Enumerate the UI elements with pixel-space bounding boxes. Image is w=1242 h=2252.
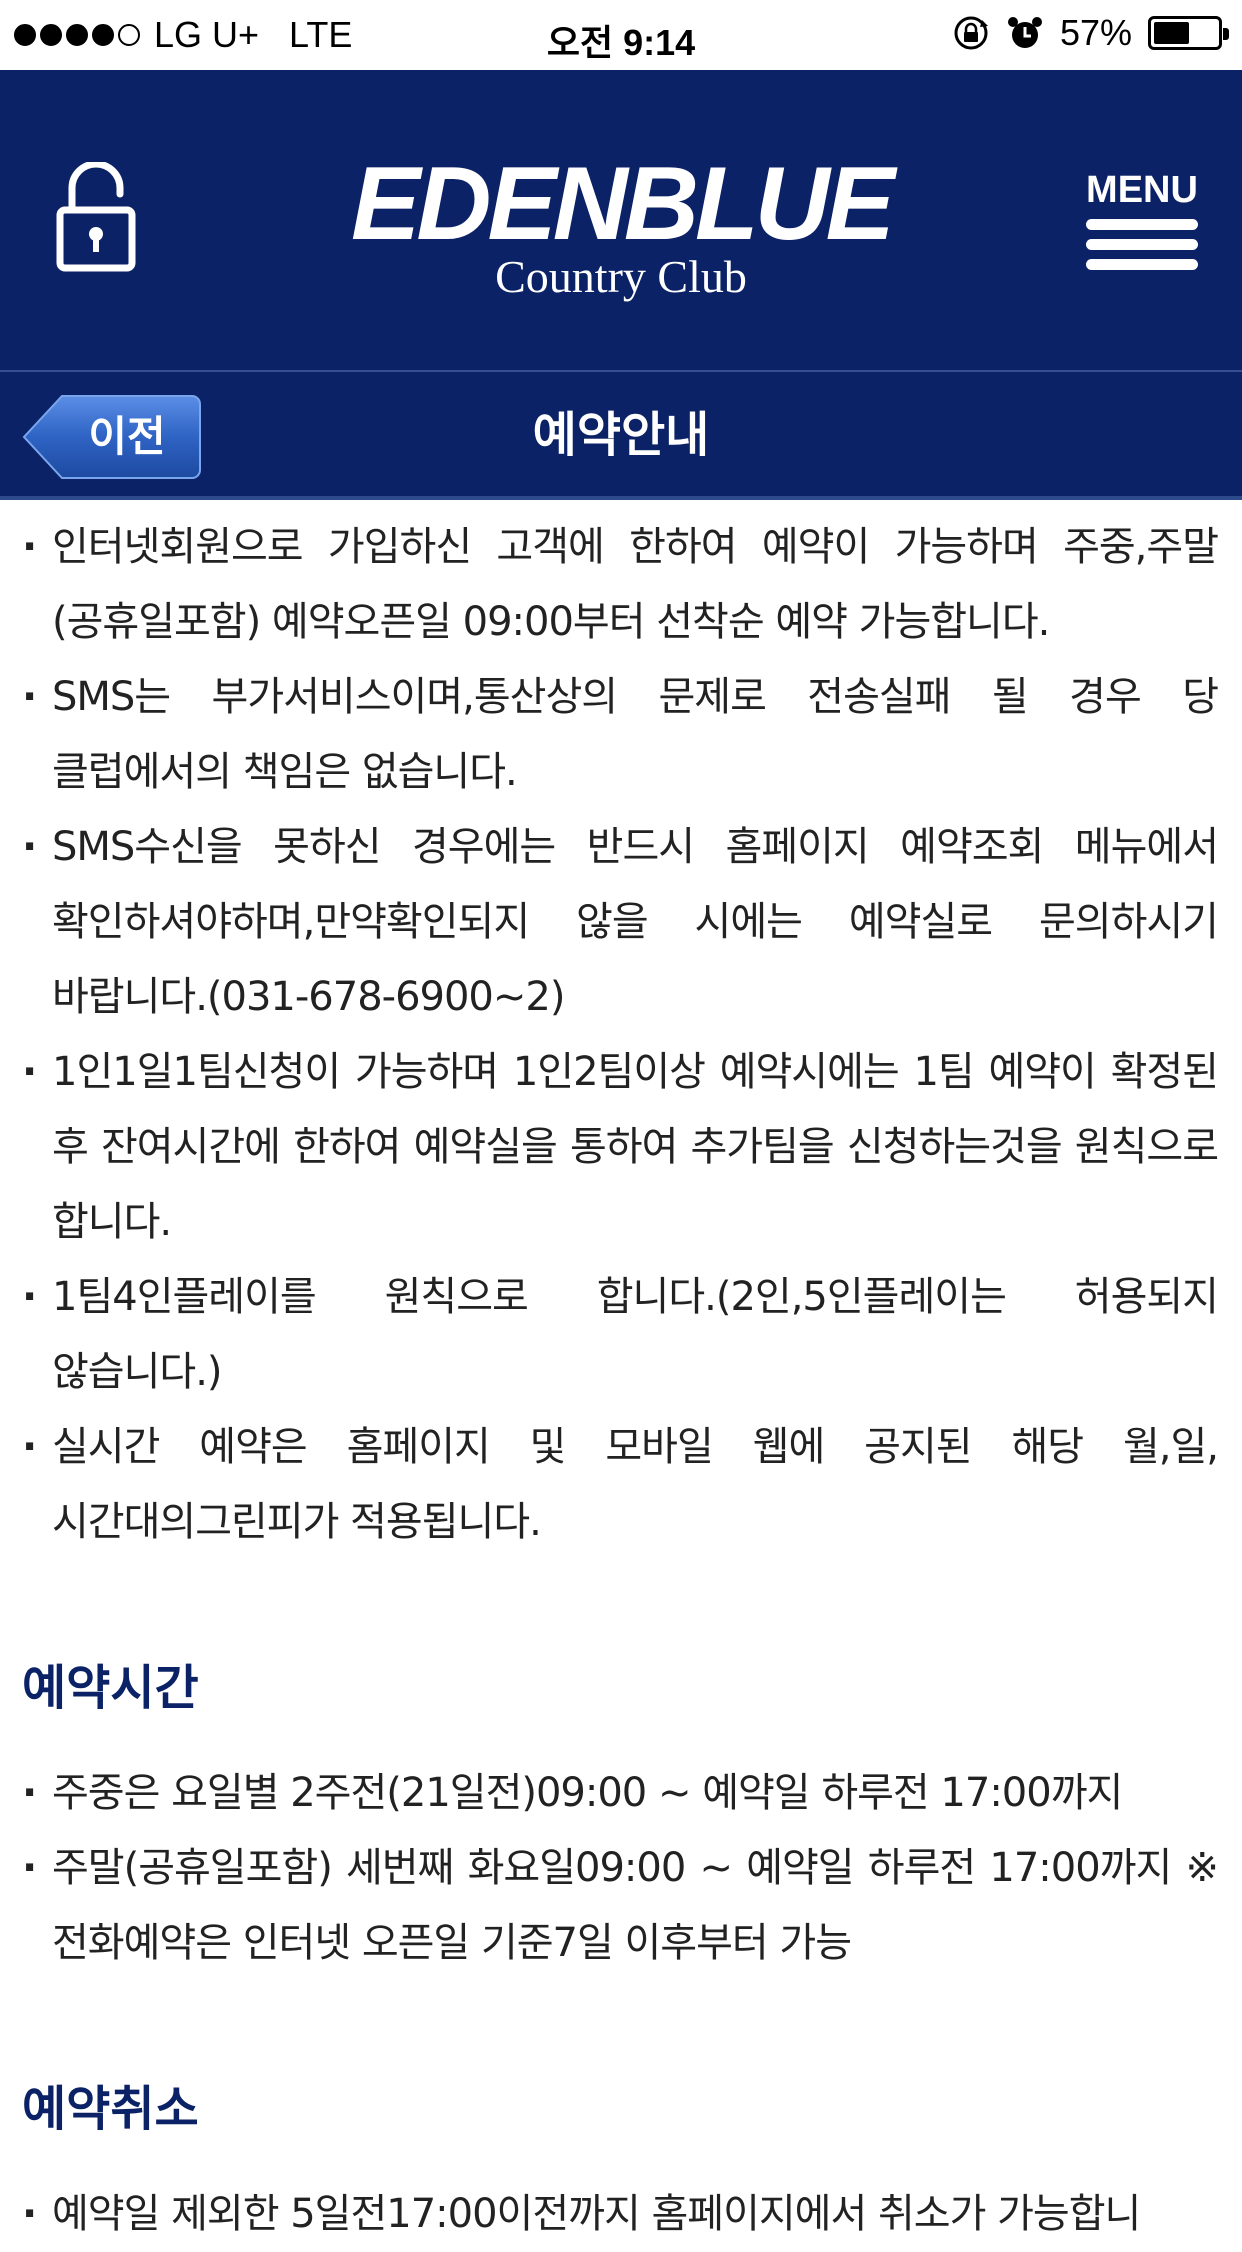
brand-title: EDENBLUE: [350, 146, 895, 262]
hamburger-bar: [1086, 259, 1198, 270]
reservation-time-heading: 예약시간: [22, 1660, 199, 1716]
battery-percent: 57%: [1059, 12, 1132, 53]
status-bar: LG U+ LTE 오전 9:14 57%: [0, 0, 1242, 70]
battery-level: [1154, 22, 1190, 44]
list-item: 예약일 제외한 5일전17:00이전까지 홈페이지에서 취소가 가능합니: [22, 2177, 1218, 2252]
list-item: 실시간 예약은 홈페이지 및 모바일 웹에 공지된 해당 월,일,시간대의그린피…: [22, 1410, 1219, 1560]
reservation-cancel-list: 예약일 제외한 5일전17:00이전까지 홈페이지에서 취소가 가능합니: [22, 2177, 1218, 2252]
list-item: SMS수신을 못하신 경우에는 반드시 홈페이지 예약조회 메뉴에서 확인하셔야…: [22, 810, 1219, 1035]
list-item: SMS는 부가서비스이며,통산상의 문제로 전송실패 될 경우 당 클럽에서의 …: [22, 660, 1219, 810]
battery-icon: [1148, 16, 1229, 50]
list-item: 1인1일1팀신청이 가능하며 1인2팀이상 예약시에는 1팀 예약이 확정된 후…: [22, 1035, 1219, 1260]
menu-label: MENU: [1086, 169, 1198, 211]
reservation-info-content: 인터넷회원으로 가입하신 고객에 한하여 예약이 가능하며 주중,주말(공휴일포…: [0, 510, 1242, 2252]
page-title-bar: 예약안내 이전: [0, 370, 1242, 500]
reservation-time-list: 주중은 요일별 2주전(21일전)09:00 ~ 예약일 하루전 17:00까지…: [22, 1756, 1219, 1981]
list-item: 주중은 요일별 2주전(21일전)09:00 ~ 예약일 하루전 17:00까지: [22, 1756, 1218, 1831]
alarm-clock-icon: [1007, 17, 1042, 48]
site-header: EDENBLUE Country Club MENU: [0, 70, 1242, 370]
back-button[interactable]: 이전: [22, 394, 202, 480]
hamburger-bar: [1086, 219, 1198, 230]
brand-subtitle: Country Club: [495, 251, 747, 302]
hamburger-bar: [1086, 239, 1198, 250]
intro-list: 인터넷회원으로 가입하신 고객에 한하여 예약이 가능하며 주중,주말(공휴일포…: [22, 510, 1219, 1560]
status-right: 57%: [952, 12, 1229, 54]
rotation-lock-icon: [954, 16, 988, 50]
menu-button[interactable]: MENU: [1086, 170, 1198, 270]
list-item: 주말(공휴일포함) 세번째 화요일09:00 ~ 예약일 하루전 17:00까지…: [22, 1831, 1219, 1981]
back-button-label: 이전: [88, 412, 166, 461]
hamburger-icon: [1086, 219, 1198, 270]
list-item: 인터넷회원으로 가입하신 고객에 한하여 예약이 가능하며 주중,주말(공휴일포…: [22, 510, 1219, 660]
list-item: 1팀4인플레이를 원칙으로 합니다.(2인,5인플레이는 허용되지 않습니다.): [22, 1260, 1219, 1410]
reservation-cancel-heading: 예약취소: [22, 2081, 199, 2137]
brand-logo[interactable]: EDENBLUE Country Club: [0, 152, 1242, 302]
